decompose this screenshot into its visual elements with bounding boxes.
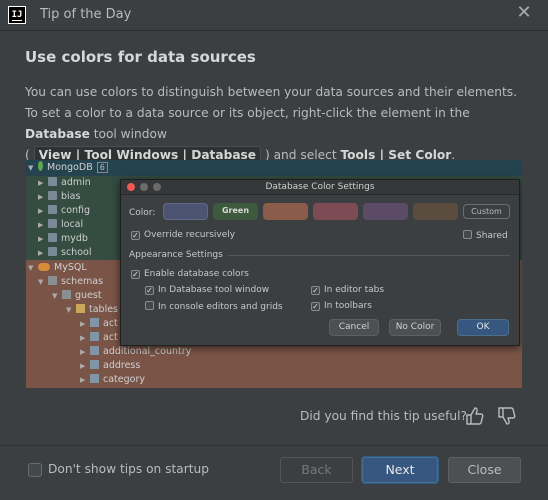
tree-row: ▶ bias bbox=[38, 191, 81, 202]
section-divider bbox=[228, 255, 510, 256]
enable-db-colors-checkbox: ✓ Enable database colors bbox=[131, 269, 249, 279]
color-label: Color: bbox=[129, 208, 156, 218]
table-row: ▶ additional_country bbox=[80, 346, 192, 357]
mysql-icon bbox=[38, 263, 50, 271]
table-row: ▶ act bbox=[80, 318, 118, 329]
tree-row: ▶ local bbox=[38, 219, 84, 230]
database-icon bbox=[48, 191, 57, 200]
database-icon bbox=[48, 219, 57, 228]
checkbox-checked-icon: ✓ bbox=[311, 286, 320, 295]
dialog-title: Database Color Settings bbox=[121, 180, 519, 195]
dont-show-tips-label[interactable]: Don't show tips on startup bbox=[48, 462, 209, 476]
color-swatch-green: Green bbox=[213, 203, 258, 220]
table-row: ▶ category bbox=[80, 374, 145, 385]
tip-illustration: ▼ MongoDB 6 ▶ admin ▶ bias ▶ config ▶ local ▶ m… bbox=[26, 160, 522, 388]
schema-icon bbox=[62, 290, 71, 299]
database-icon bbox=[48, 233, 57, 242]
shared-checkbox: Shared bbox=[463, 230, 508, 242]
table-row: ▶ act bbox=[80, 332, 118, 343]
tree-row: ▶ config bbox=[38, 205, 91, 216]
color-swatch-yellow bbox=[413, 203, 458, 220]
tree-row-mongodb: ▼ MongoDB 6 bbox=[28, 161, 108, 175]
footer-divider bbox=[0, 445, 548, 446]
override-recursively-checkbox: ✓ Override recursively bbox=[131, 230, 236, 240]
feedback-question: Did you find this tip useful? bbox=[300, 409, 467, 423]
database-color-settings-dialog: Database Color Settings Color: Green Cus… bbox=[120, 179, 520, 346]
schemas-icon bbox=[48, 276, 57, 285]
color-swatch-violet bbox=[363, 203, 408, 220]
folder-icon bbox=[76, 304, 85, 313]
table-icon bbox=[90, 318, 99, 327]
checkbox-unchecked-icon bbox=[463, 230, 472, 239]
thumbs-down-icon[interactable] bbox=[496, 405, 518, 427]
checkbox-checked-icon: ✓ bbox=[311, 302, 320, 311]
checkbox-checked-icon: ✓ bbox=[145, 286, 154, 295]
tree-row-schemas: ▼ schemas bbox=[38, 276, 104, 287]
intellij-app-icon: IJ bbox=[8, 6, 26, 24]
dialog-ok-button: OK bbox=[457, 319, 509, 336]
close-icon[interactable]: ✕ bbox=[516, 4, 532, 22]
dialog-cancel-button: Cancel bbox=[329, 319, 379, 336]
color-swatch-rose bbox=[313, 203, 358, 220]
tree-row-mysql: ▼ MySQL bbox=[28, 262, 87, 273]
database-icon bbox=[48, 205, 57, 214]
traffic-light-minimize-icon bbox=[140, 183, 148, 191]
table-icon bbox=[90, 374, 99, 383]
in-console-checkbox: In console editors and grids bbox=[145, 301, 283, 313]
database-icon bbox=[48, 247, 57, 256]
tree-row: ▶ admin bbox=[38, 177, 91, 188]
checkbox-unchecked-icon bbox=[145, 301, 154, 310]
dialog-no-color-button: No Color bbox=[389, 319, 441, 336]
appearance-section-label: Appearance Settings bbox=[129, 250, 223, 260]
mongodb-leaf-icon bbox=[38, 161, 43, 171]
database-icon bbox=[48, 177, 57, 186]
tree-row: ▶ mydb bbox=[38, 233, 88, 244]
table-icon bbox=[90, 360, 99, 369]
table-row: ▶ address bbox=[80, 360, 141, 371]
dont-show-tips-checkbox[interactable] bbox=[28, 463, 42, 477]
checkbox-checked-icon: ✓ bbox=[131, 270, 140, 279]
in-editor-tabs-checkbox: ✓ In editor tabs bbox=[311, 285, 385, 295]
table-icon bbox=[90, 332, 99, 341]
title-bar: IJ Tip of the Day ✕ bbox=[0, 0, 548, 31]
tree-row: ▶ school bbox=[38, 247, 92, 258]
traffic-light-close-icon bbox=[127, 183, 135, 191]
checkbox-checked-icon: ✓ bbox=[131, 231, 140, 240]
window-title: Tip of the Day bbox=[40, 7, 132, 22]
tree-row-tables: ▼ tables bbox=[66, 304, 119, 315]
table-icon bbox=[90, 346, 99, 355]
custom-color-button: Custom bbox=[463, 204, 510, 219]
close-button[interactable]: Close bbox=[448, 457, 521, 483]
thumbs-up-icon[interactable] bbox=[464, 405, 486, 427]
traffic-light-zoom-icon bbox=[153, 183, 161, 191]
next-button[interactable]: Next bbox=[362, 457, 438, 483]
color-swatch-orange bbox=[263, 203, 308, 220]
color-swatch-blue bbox=[163, 203, 208, 220]
tip-heading: Use colors for data sources bbox=[25, 48, 256, 66]
tip-body: You can use colors to distinguish betwee… bbox=[25, 82, 525, 166]
back-button[interactable]: Back bbox=[280, 457, 353, 483]
tree-row-guest: ▼ guest bbox=[52, 290, 102, 301]
in-toolbars-checkbox: ✓ In toolbars bbox=[311, 301, 372, 311]
in-db-tool-window-checkbox: ✓ In Database tool window bbox=[145, 285, 270, 295]
